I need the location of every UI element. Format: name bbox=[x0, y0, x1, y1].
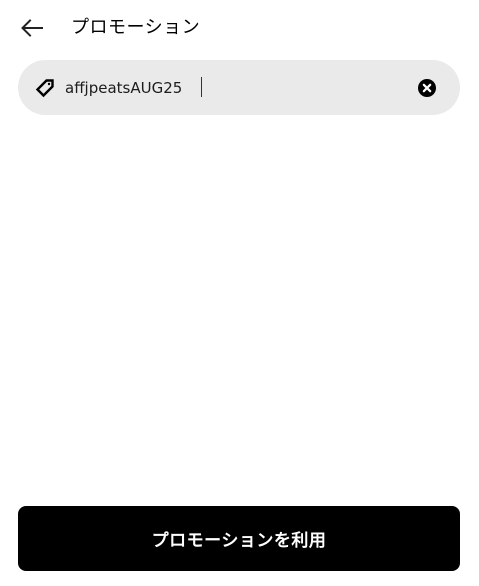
page-title: プロモーション bbox=[71, 17, 201, 38]
app-header: プロモーション bbox=[0, 0, 479, 58]
promo-code-input[interactable] bbox=[65, 74, 405, 102]
promo-code-field[interactable] bbox=[18, 60, 460, 115]
clear-icon[interactable] bbox=[418, 79, 436, 97]
back-button[interactable] bbox=[14, 12, 50, 44]
tag-icon bbox=[35, 79, 54, 98]
apply-promotion-button[interactable]: プロモーションを利用 bbox=[18, 506, 460, 571]
text-caret bbox=[201, 77, 202, 97]
arrow-left-icon bbox=[21, 19, 43, 37]
